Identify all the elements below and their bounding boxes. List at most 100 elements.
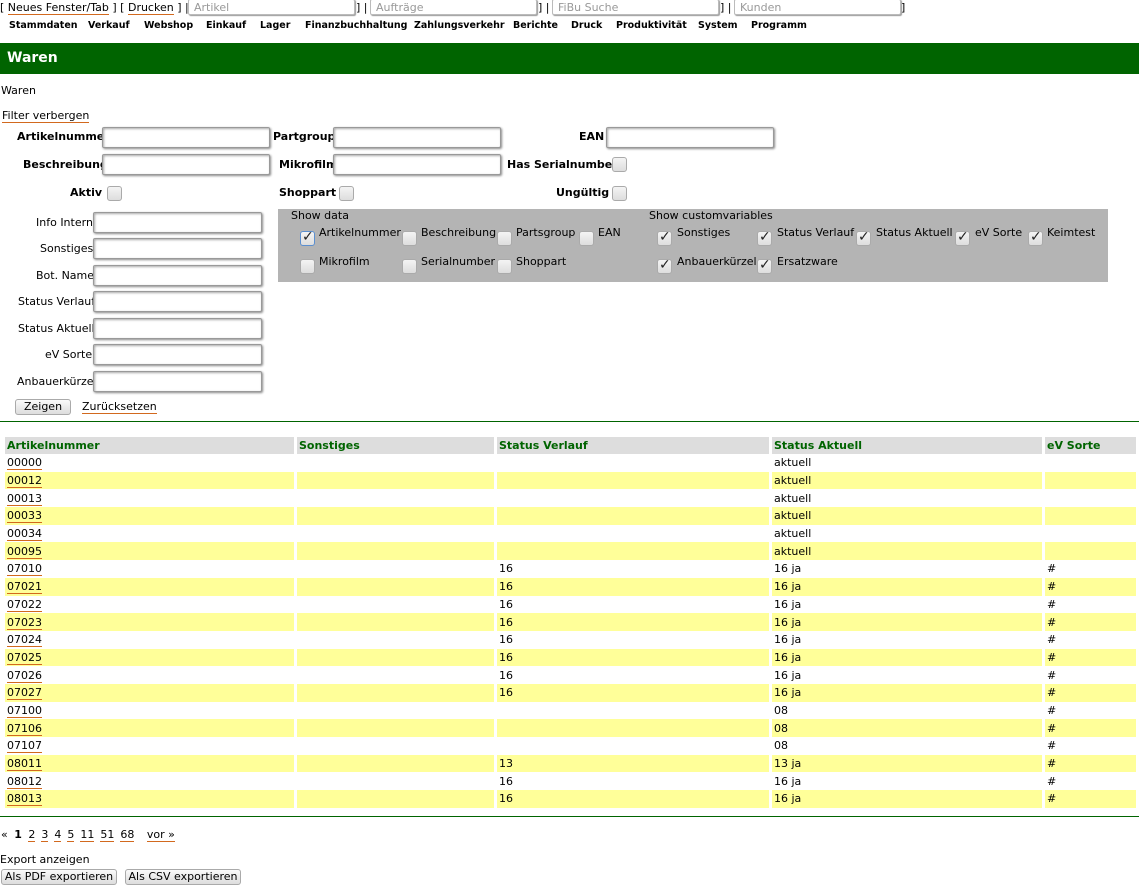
pager-page-link[interactable]: 68 bbox=[120, 828, 135, 842]
article-number-link[interactable]: 07025 bbox=[7, 650, 42, 665]
has-serialnumber-checkbox[interactable] bbox=[612, 157, 627, 172]
filter-label-beschreibung: Beschreibung bbox=[23, 158, 108, 171]
customers-search-input[interactable] bbox=[734, 0, 901, 15]
menu-item-produktivitaet[interactable]: Produktivität bbox=[616, 20, 687, 31]
article-number-link[interactable]: 00013 bbox=[7, 491, 42, 506]
info-intern-input[interactable] bbox=[93, 212, 262, 233]
reset-link[interactable]: Zurücksetzen bbox=[82, 400, 157, 414]
show-beschreibung-checkbox[interactable] bbox=[402, 231, 417, 246]
beschreibung-input[interactable] bbox=[102, 154, 270, 175]
pager-page-link[interactable]: 51 bbox=[100, 828, 115, 842]
pager-page-link[interactable]: 11 bbox=[80, 828, 95, 842]
show-ersatzware-checkbox[interactable] bbox=[757, 257, 772, 274]
show-ean-checkbox[interactable] bbox=[579, 231, 594, 246]
table-cell bbox=[1045, 489, 1136, 507]
article-search-input[interactable] bbox=[188, 0, 355, 15]
article-number-link[interactable]: 08011 bbox=[7, 757, 42, 772]
show-sonstiges-checkbox[interactable] bbox=[657, 229, 672, 246]
table-cell: 07107 bbox=[5, 737, 294, 755]
article-number-link[interactable]: 07023 bbox=[7, 615, 42, 630]
ev-sorte-input[interactable] bbox=[93, 344, 262, 365]
table-cell: 16 bbox=[497, 648, 769, 667]
menu-item-verkauf[interactable]: Verkauf bbox=[88, 20, 130, 31]
status-aktuell-input[interactable] bbox=[93, 318, 262, 339]
table-cell: aktuell bbox=[772, 507, 1042, 525]
pager-prev: « bbox=[1, 828, 8, 841]
menu-item-lager[interactable]: Lager bbox=[260, 20, 290, 31]
orders-search-input[interactable] bbox=[370, 0, 537, 15]
show-ev-sorte-checkbox[interactable] bbox=[955, 229, 970, 246]
table-cell bbox=[297, 471, 494, 490]
table-cell bbox=[297, 790, 494, 808]
export-pdf-button[interactable]: Als PDF exportieren bbox=[1, 869, 117, 885]
table-cell: 07021 bbox=[5, 577, 294, 596]
pager-page-link[interactable]: 3 bbox=[41, 828, 49, 842]
column-header-status-verlauf[interactable]: Status Verlauf bbox=[497, 437, 769, 454]
status-verlauf-input[interactable] bbox=[93, 291, 262, 312]
pager-page-link[interactable]: 4 bbox=[54, 828, 62, 842]
article-number-link[interactable]: 08013 bbox=[7, 792, 42, 807]
article-number-link[interactable]: 07021 bbox=[7, 580, 42, 595]
show-serialnumber-checkbox[interactable] bbox=[402, 259, 417, 274]
column-header-artikelnummer[interactable]: Artikelnummer bbox=[5, 437, 294, 454]
menu-item-system[interactable]: System bbox=[698, 20, 738, 31]
aktiv-checkbox[interactable] bbox=[107, 186, 122, 201]
sonstiges-input[interactable] bbox=[93, 238, 262, 259]
article-number-link[interactable]: 00012 bbox=[7, 474, 42, 489]
article-number-link[interactable]: 07027 bbox=[7, 686, 42, 701]
article-number-link[interactable]: 00000 bbox=[7, 456, 42, 471]
article-number-link[interactable]: 07022 bbox=[7, 597, 42, 612]
article-number-link[interactable]: 07024 bbox=[7, 633, 42, 648]
export-csv-button[interactable]: Als CSV exportieren bbox=[125, 869, 241, 885]
shoppart-checkbox[interactable] bbox=[339, 186, 354, 201]
column-header-ev-sorte[interactable]: eV Sorte bbox=[1045, 437, 1136, 454]
new-window-link[interactable]: Neues Fenster/Tab bbox=[7, 1, 109, 15]
bot-name-input[interactable] bbox=[93, 265, 262, 286]
article-number-link[interactable]: 07100 bbox=[7, 703, 42, 718]
article-number-link[interactable]: 07026 bbox=[7, 668, 42, 683]
show-shoppart-checkbox[interactable] bbox=[497, 259, 512, 274]
table-cell bbox=[297, 648, 494, 667]
show-keimtest-checkbox[interactable] bbox=[1028, 229, 1043, 246]
menu-item-druck[interactable]: Druck bbox=[571, 20, 602, 31]
article-number-link[interactable]: 07106 bbox=[7, 721, 42, 736]
show-button[interactable]: Zeigen bbox=[15, 399, 71, 415]
menu-item-zahlungsverkehr[interactable]: Zahlungsverkehr bbox=[414, 20, 505, 31]
show-anbauerkuerzel-checkbox[interactable] bbox=[657, 257, 672, 274]
article-number-link[interactable]: 00095 bbox=[7, 544, 42, 559]
show-status-verlauf-checkbox[interactable] bbox=[757, 229, 772, 246]
menu-item-einkauf[interactable]: Einkauf bbox=[206, 20, 246, 31]
ean-input[interactable] bbox=[606, 127, 774, 148]
show-partsgroup-checkbox[interactable] bbox=[497, 231, 512, 246]
article-number-link[interactable]: 08012 bbox=[7, 774, 42, 789]
table-cell: 08013 bbox=[5, 790, 294, 808]
print-link[interactable]: Drucken bbox=[127, 1, 174, 15]
article-number-link[interactable]: 00034 bbox=[7, 527, 42, 542]
ungueltig-checkbox[interactable] bbox=[612, 186, 627, 201]
show-status-verlauf-label: Status Verlauf bbox=[777, 226, 855, 239]
column-header-status-aktuell[interactable]: Status Aktuell bbox=[772, 437, 1042, 454]
menu-item-stammdaten[interactable]: Stammdaten bbox=[9, 20, 78, 31]
mikrofilm-input[interactable] bbox=[333, 154, 501, 175]
pagination: « 1 2 3 4 5 11 51 68 vor » bbox=[1, 828, 175, 842]
toggle-filter-link[interactable]: Filter verbergen bbox=[2, 109, 90, 123]
table-cell: 07022 bbox=[5, 596, 294, 614]
article-number-link[interactable]: 07107 bbox=[7, 739, 42, 754]
menu-item-webshop[interactable]: Webshop bbox=[144, 20, 193, 31]
anbauerkuerzel-input[interactable] bbox=[93, 371, 262, 392]
article-number-link[interactable]: 07010 bbox=[7, 562, 42, 577]
show-artikelnummer-checkbox[interactable] bbox=[300, 229, 315, 246]
fibu-search-input[interactable] bbox=[552, 0, 719, 15]
pager-page-link[interactable]: 2 bbox=[28, 828, 36, 842]
column-header-sonstiges[interactable]: Sonstiges bbox=[297, 437, 494, 454]
artikelnummer-input[interactable] bbox=[102, 127, 270, 148]
pager-next-link[interactable]: vor » bbox=[146, 828, 175, 842]
menu-item-berichte[interactable]: Berichte bbox=[513, 20, 558, 31]
article-number-link[interactable]: 00033 bbox=[7, 509, 42, 524]
menu-item-finanzbuchhaltung[interactable]: Finanzbuchhaltung bbox=[305, 20, 407, 31]
partgroup-input[interactable] bbox=[333, 127, 501, 148]
pager-page-link[interactable]: 5 bbox=[67, 828, 75, 842]
show-mikrofilm-checkbox[interactable] bbox=[300, 259, 315, 274]
menu-item-programm[interactable]: Programm bbox=[751, 20, 807, 31]
show-status-aktuell-checkbox[interactable] bbox=[856, 229, 871, 246]
